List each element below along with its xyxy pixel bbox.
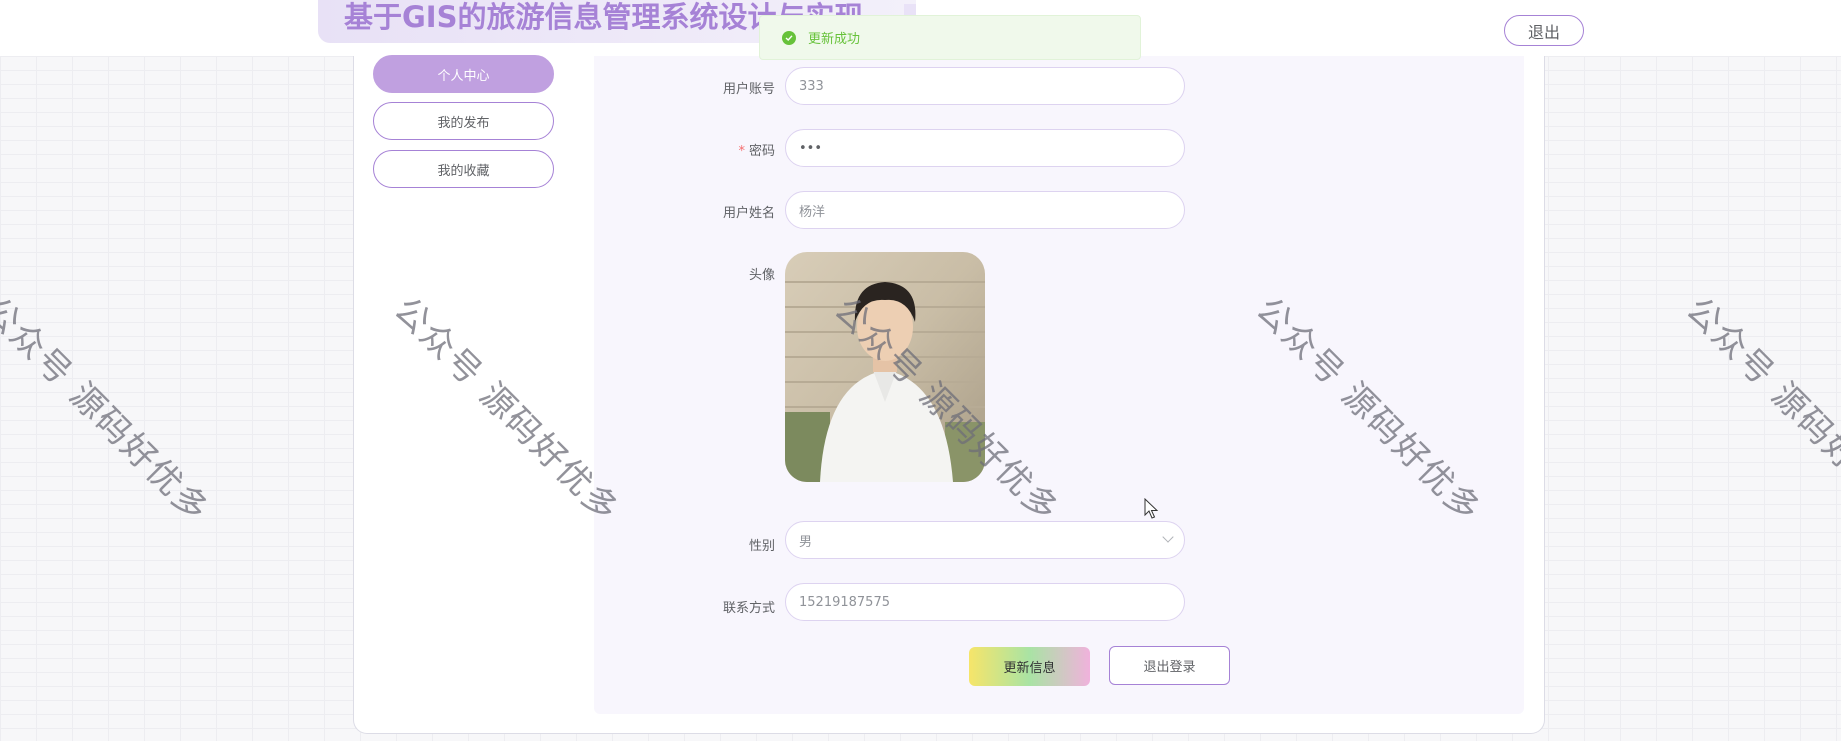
avatar-photo <box>785 252 985 482</box>
avatar-image[interactable] <box>785 252 985 482</box>
sidebar-item-my-favorites[interactable]: 我的收藏 <box>373 150 554 188</box>
phone-input[interactable]: 15219187575 <box>785 583 1185 621</box>
check-circle-icon <box>782 30 796 45</box>
account-label: 用户账号 <box>722 82 775 97</box>
mouse-cursor-icon <box>1144 498 1159 519</box>
avatar-label: 头像 <box>748 268 775 283</box>
gender-label: 性别 <box>748 539 775 554</box>
phone-label: 联系方式 <box>722 601 775 616</box>
chevron-down-icon <box>1162 531 1174 543</box>
logout-button[interactable]: 退出登录 <box>1109 646 1230 685</box>
sidebar-item-my-posts[interactable]: 我的发布 <box>373 102 554 140</box>
header-logout-button[interactable]: 退出 <box>1504 15 1584 46</box>
password-label-text: 密码 <box>748 144 775 159</box>
name-input[interactable]: 杨洋 <box>785 191 1185 229</box>
password-input[interactable]: ••• <box>785 129 1185 167</box>
account-input[interactable]: 333 <box>785 67 1185 105</box>
toast-message: 更新成功 <box>808 32 861 47</box>
sidebar-item-personal-center[interactable]: 个人中心 <box>373 55 554 93</box>
update-info-button[interactable]: 更新信息 <box>969 647 1090 686</box>
watermark: 公众号 源码好优多 <box>1678 289 1841 531</box>
gender-value: 男 <box>799 534 813 550</box>
phone-value: 15219187575 <box>799 594 890 610</box>
name-label: 用户姓名 <box>722 206 775 221</box>
password-value: ••• <box>799 140 823 156</box>
account-value: 333 <box>799 78 824 94</box>
watermark: 公众号 源码好优多 <box>0 289 218 531</box>
gender-select[interactable]: 男 <box>785 521 1185 559</box>
name-value: 杨洋 <box>799 204 826 220</box>
password-label: * 密码 <box>595 140 775 159</box>
required-mark: * <box>738 144 745 159</box>
success-toast: 更新成功 <box>759 15 1141 60</box>
